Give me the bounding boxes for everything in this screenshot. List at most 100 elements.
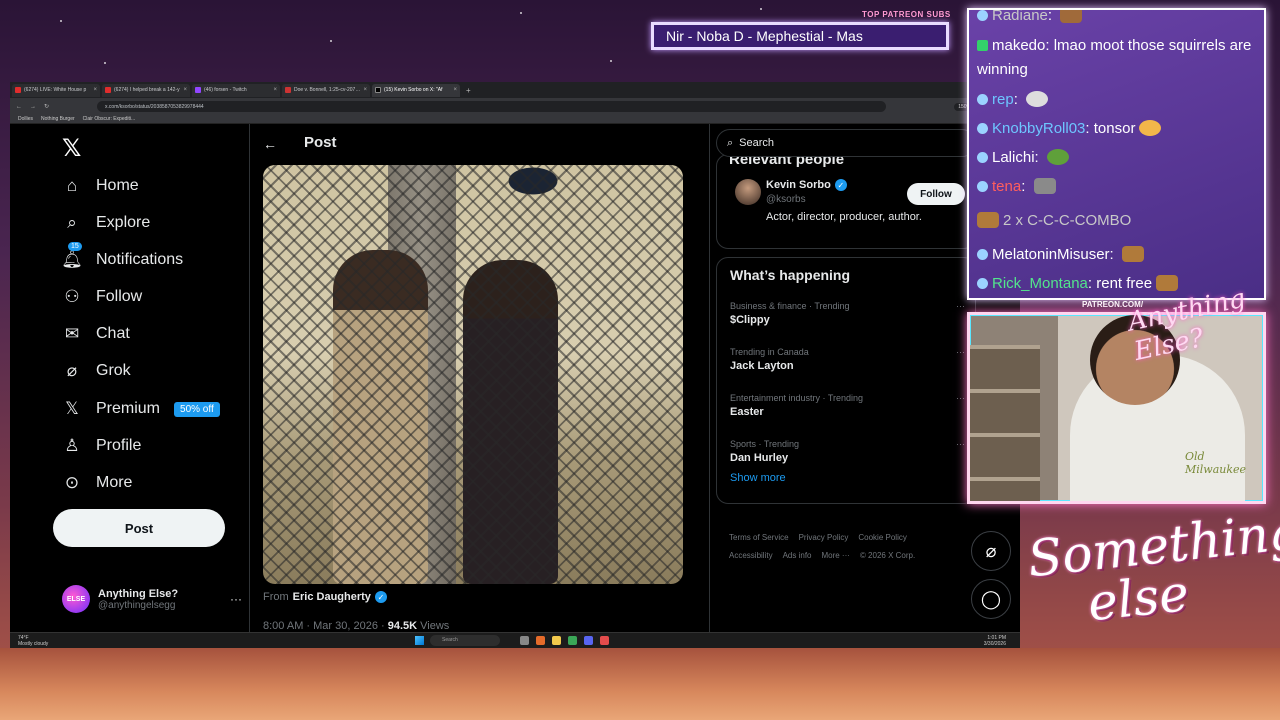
nav-follow[interactable]: ⚇ Follow — [62, 282, 142, 312]
firefox-icon[interactable] — [536, 636, 545, 645]
trend-item[interactable]: Sports · Trending Dan Hurley ··· — [730, 439, 965, 464]
home-icon: ⌂ — [66, 176, 78, 195]
more-dots-icon[interactable]: ··· — [230, 592, 242, 606]
chat-message: rep: — [977, 88, 1049, 112]
forward-icon[interactable]: → — [30, 104, 36, 110]
trend-context: Business & finance · Trending — [730, 301, 850, 311]
nav-label: Profile — [96, 437, 142, 454]
tab-label: (6274) LIVE: White House p — [24, 87, 87, 93]
chrome-icon[interactable] — [568, 636, 577, 645]
nav-profile[interactable]: ♙ Profile — [62, 431, 141, 461]
x-logo-icon[interactable]: 𝕏 — [62, 134, 81, 163]
trend-item[interactable]: Trending in Canada Jack Layton ··· — [730, 347, 965, 372]
discord-icon[interactable] — [584, 636, 593, 645]
obs-icon[interactable] — [600, 636, 609, 645]
from-label: From — [263, 591, 289, 603]
close-icon[interactable]: × — [273, 87, 277, 93]
nav-more[interactable]: ⊙ More — [62, 468, 133, 498]
nav-grok[interactable]: ⌀ Grok — [62, 356, 131, 386]
task-view-icon[interactable] — [520, 636, 529, 645]
footer-link[interactable]: Cookie Policy — [858, 533, 906, 542]
taskbar-search[interactable]: Search — [430, 635, 500, 646]
search-input[interactable]: ⌕ Search — [716, 129, 976, 157]
tab-label: (46) forsen - Twitch — [204, 87, 247, 93]
image-fence-overlay — [263, 165, 683, 584]
reload-icon[interactable]: ↻ — [44, 103, 49, 110]
grok-float-button[interactable]: ⌀ — [971, 531, 1011, 571]
post-column: ← Post From Eric Daugherty ✓ 8:00 AM · M… — [250, 124, 710, 632]
url-text: x.com/ksorbo/status/2038587053829978444 — [105, 103, 204, 110]
footer-link[interactable]: Terms of Service — [729, 533, 789, 542]
chat-username: makedo — [992, 37, 1046, 54]
footer-link[interactable]: Ads info — [783, 551, 812, 560]
url-field[interactable]: x.com/ksorbo/status/2038587053829978444 — [97, 101, 887, 112]
windows-start-icon[interactable] — [415, 636, 424, 645]
emote-icon — [1139, 120, 1162, 136]
search-placeholder: Search — [739, 137, 775, 149]
close-icon[interactable]: × — [93, 87, 97, 93]
more-dots-icon[interactable]: ··· — [956, 347, 965, 357]
weather-desc: Mostly cloudy — [18, 641, 49, 647]
bookmark-item[interactable]: Clair Obscur: Expediti... — [83, 116, 136, 122]
footer-link[interactable]: Accessibility — [729, 551, 773, 560]
premium-discount-badge: 50% off — [174, 401, 220, 417]
nav-premium[interactable]: 𝕏 Premium 50% off — [62, 394, 220, 424]
footer-link[interactable]: Privacy Policy — [799, 533, 849, 542]
person-name[interactable]: Kevin Sorbo ✓ — [766, 179, 847, 191]
browser-tab-active[interactable]: (15) Kevin Sorbo on X: "Af × — [372, 83, 460, 97]
back-arrow-icon[interactable]: ← — [263, 136, 277, 152]
browser-tab[interactable]: (6274) I helped break a 142-y × — [102, 83, 190, 97]
close-icon[interactable]: × — [363, 87, 367, 93]
taskbar-apps — [520, 636, 609, 645]
post-button[interactable]: Post — [53, 509, 225, 547]
chat-combo: 2 x C-C-C-COMBO — [1003, 212, 1132, 229]
avatar[interactable] — [735, 179, 761, 205]
browser-tab[interactable]: (6274) LIVE: White House p × — [12, 83, 100, 97]
more-dots-icon[interactable]: ··· — [956, 393, 965, 403]
nav-explore[interactable]: ⌕ Explore — [62, 208, 150, 238]
browser-tab[interactable]: (46) forsen - Twitch × — [192, 83, 280, 97]
nav-label: Explore — [96, 214, 151, 231]
account-switcher[interactable]: ELSE Anything Else? @anythingelsegg ··· — [62, 579, 242, 619]
back-icon[interactable]: ← — [16, 104, 22, 110]
more-dots-icon[interactable]: ··· — [956, 439, 965, 449]
chat-username: KnobbyRoll03 — [992, 120, 1086, 137]
emote-icon — [1121, 246, 1144, 262]
trend-item[interactable]: Entertainment industry · Trending Easter ·… — [730, 393, 965, 418]
weather-widget[interactable]: 74°F Mostly cloudy — [18, 635, 48, 647]
nav-chat[interactable]: ✉ Chat — [62, 319, 130, 349]
new-tab-icon[interactable]: + — [462, 86, 475, 95]
chat-username: Rick_Montana — [992, 275, 1088, 292]
desert-ground — [0, 648, 1280, 720]
trend-item[interactable]: Business & finance · Trending $Clippy ··· — [730, 301, 965, 326]
bell-icon: 🔔︎ 15 — [61, 242, 83, 269]
nav-label: Home — [96, 177, 139, 194]
page-title: Post — [304, 134, 337, 151]
footer-link[interactable]: More ··· — [821, 551, 849, 560]
folder-icon[interactable] — [552, 636, 561, 645]
chat-text: rent free — [1096, 275, 1153, 292]
nav-label: Premium — [96, 400, 161, 417]
nav-notifications[interactable]: 🔔︎ 15 Notifications — [61, 242, 183, 275]
browser-tab[interactable]: Doe v. Bonnell, 1:25-cv-20757 × — [282, 83, 370, 97]
from-name-link[interactable]: Eric Daugherty — [293, 591, 371, 603]
tab-label: (15) Kevin Sorbo on X: "Af — [384, 87, 443, 93]
trend-name: $Clippy — [730, 314, 770, 326]
chat-bubble-icon: ◯ — [980, 588, 1002, 609]
post-media-image[interactable] — [263, 165, 683, 584]
taskbar-clock[interactable]: 1:01 PM 3/30/2026 — [984, 635, 1006, 647]
chat-message: makedo: lmao moot those squirrels are wi… — [977, 37, 1252, 78]
close-icon[interactable]: × — [183, 87, 187, 93]
close-icon[interactable]: × — [453, 87, 457, 93]
messages-float-button[interactable]: ◯ — [971, 579, 1011, 619]
youtube-icon — [105, 87, 111, 93]
nav-home[interactable]: ⌂ Home — [62, 171, 139, 201]
bookmark-item[interactable]: Nothing Burger — [41, 116, 75, 122]
more-dots-icon[interactable]: ··· — [956, 301, 965, 311]
show-more-link[interactable]: Show more — [730, 472, 786, 484]
bookmark-item[interactable]: Dollies — [18, 116, 33, 122]
brand-script-logo: Something else — [1025, 502, 1280, 634]
follow-button[interactable]: Follow — [907, 183, 965, 205]
post-date[interactable]: 8:00 AM · Mar 30, 2026 · — [263, 620, 385, 632]
chat-badge-icon — [977, 152, 988, 163]
